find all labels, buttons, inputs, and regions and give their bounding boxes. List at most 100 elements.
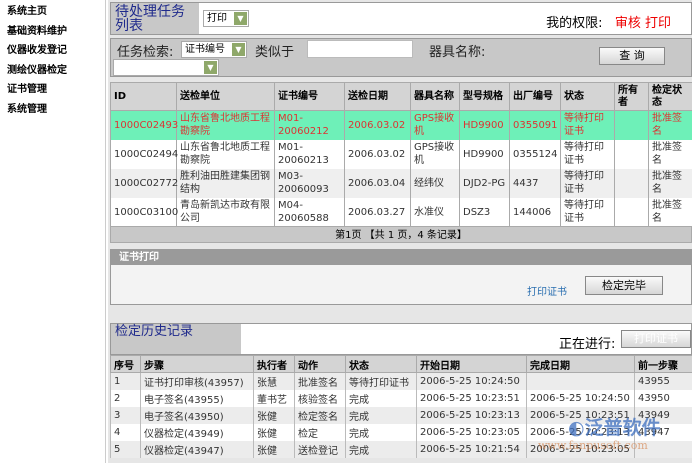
history-header: 检定历史记录 正在进行: 打印证书 — [110, 323, 692, 355]
table-cell: 1000C03100 — [110, 197, 178, 227]
table-cell — [526, 372, 635, 390]
table-cell: 检定签名 — [294, 406, 346, 425]
table-cell: 水准仪 — [410, 197, 460, 227]
print-panel-title: 证书打印 — [111, 250, 691, 265]
table-cell: M01-20060212 — [274, 110, 345, 140]
table-cell: 仪器检定(43947) — [140, 441, 254, 459]
table-row[interactable]: 1000C02772 胜利油田胜建集团钢结构 M03-20060093 2006.03… — [110, 168, 692, 198]
table-cell: 144006 — [509, 197, 561, 227]
table-cell: 董书艺 — [253, 389, 295, 407]
sidebar-item-home[interactable]: 系统主页 — [0, 2, 105, 22]
table-cell: 2006-5-25 10:24:50 — [416, 372, 527, 390]
table-cell: 完成 — [345, 424, 417, 442]
column-header: 动作 — [294, 355, 346, 373]
in-progress-label: 正在进行: — [559, 337, 616, 352]
table-cell: 青岛新凯达市政有限公司 — [176, 197, 275, 227]
sidebar-item-certificate[interactable]: 证书管理 — [0, 80, 105, 100]
column-header: 执行者 — [253, 355, 295, 373]
chevron-down-icon: ▼ — [234, 12, 247, 25]
table-cell: 2006-5-25 10:23:13 — [416, 406, 527, 425]
table-cell: 批准签名 — [294, 372, 346, 390]
table-cell: 证书打印审核(43957) — [140, 372, 254, 390]
table-cell: 0355124 — [509, 139, 561, 169]
table-cell: DSZ3 — [459, 197, 510, 227]
in-progress-print-button[interactable]: 打印证书 — [621, 330, 691, 348]
table-cell: 等待打印证书 — [560, 139, 615, 169]
sidebar-item-basic-data[interactable]: 基础资料维护 — [0, 22, 105, 42]
sidebar-item-system[interactable]: 系统管理 — [0, 100, 105, 120]
column-header: ID — [110, 82, 177, 111]
table-cell: 2006.03.02 — [344, 110, 411, 140]
table-cell: 1 — [110, 372, 141, 390]
table-cell: GPS接收机 — [410, 110, 460, 140]
table-cell: 等待打印证书 — [560, 110, 615, 140]
sidebar-item-instrument-register[interactable]: 仪器收发登记 — [0, 41, 105, 61]
table-cell: 批准签名 — [648, 110, 692, 140]
table-cell — [614, 110, 649, 140]
table-cell: 2006-5-25 10:23:05 — [416, 424, 527, 442]
table-cell: 2 — [110, 389, 141, 407]
column-header: 开始日期 — [416, 355, 527, 373]
watermark-url: www.fanpusoft.com — [538, 439, 648, 452]
column-header: 出厂编号 — [509, 82, 561, 111]
like-label: 类似于 — [255, 45, 295, 60]
table-cell: 批准签名 — [648, 168, 692, 198]
table-cell: DJD2-PG — [459, 168, 510, 198]
pager: 第1页 【共 1 页，4 条记录】 — [110, 226, 692, 243]
certificate-print-panel: 证书打印 打印证书 检定完毕 — [110, 249, 692, 305]
table-cell: 等待打印证书 — [345, 372, 417, 390]
sidebar-item-instrument-calibration[interactable]: 测绘仪器检定 — [0, 61, 105, 81]
instrument-label: 器具名称: — [429, 45, 486, 60]
table-cell: 43950 — [634, 389, 692, 407]
task-type-select[interactable]: 打印 ▼ — [203, 10, 249, 27]
search-bar: 任务检索: 证书编号 ▼ 类似于 器具名称: ▼ 查 询 — [110, 38, 692, 77]
column-header: 送检日期 — [344, 82, 411, 111]
table-cell: 张健 — [253, 406, 295, 425]
table-cell: 山东省鲁北地质工程勘察院 — [176, 110, 275, 140]
table-cell: HD9900 — [459, 139, 510, 169]
table-cell — [614, 139, 649, 169]
column-header: 检定状态 — [648, 82, 692, 111]
table-cell: 检定 — [294, 424, 346, 442]
table-cell: HD9900 — [459, 110, 510, 140]
table-cell: 2006.03.02 — [344, 139, 411, 169]
column-header: 完成日期 — [526, 355, 635, 373]
query-button[interactable]: 查 询 — [599, 47, 665, 65]
table-cell: 完成 — [345, 441, 417, 459]
search-field-select[interactable]: 证书编号 ▼ — [181, 41, 247, 58]
table-row[interactable]: 1000C02494 山东省鲁北地质工程勘察院 M01-20060213 2006.0… — [110, 139, 692, 169]
table-cell: 张健 — [253, 441, 295, 459]
table-cell: 电子签名(43955) — [140, 389, 254, 407]
permissions: 我的权限: 审核 打印 — [546, 12, 671, 31]
table-row[interactable]: 1000C02493 山东省鲁北地质工程勘察院 M01-20060212 2006.0… — [110, 110, 692, 140]
column-header: 所有者 — [614, 82, 649, 111]
table-cell: 山东省鲁北地质工程勘察院 — [176, 139, 275, 169]
column-header: 步骤 — [140, 355, 254, 373]
table-cell: 核验签名 — [294, 389, 346, 407]
table-cell: 经纬仪 — [410, 168, 460, 198]
table-cell: 电子签名(43950) — [140, 406, 254, 425]
task-type-value: 打印 — [207, 13, 227, 24]
perm-label: 我的权限: — [546, 16, 603, 31]
table-cell — [614, 168, 649, 198]
print-certificate-link[interactable]: 打印证书 — [527, 283, 567, 298]
table-cell: 2006.03.04 — [344, 168, 411, 198]
watermark-logo: ◐泛普软件 — [568, 417, 661, 439]
table-row[interactable]: 1000C03100 青岛新凯达市政有限公司 M04-20060588 2006.03… — [110, 197, 692, 227]
table-cell: 2006-5-25 10:21:54 — [416, 441, 527, 459]
table-cell: 仪器检定(43949) — [140, 424, 254, 442]
table-cell: 完成 — [345, 389, 417, 407]
table-cell: 2006.03.27 — [344, 197, 411, 227]
instrument-select[interactable]: ▼ — [113, 59, 219, 76]
table-cell: 1000C02772 — [110, 168, 178, 198]
page-title: 待处理任务列表 — [111, 3, 199, 34]
table-cell — [614, 197, 649, 227]
search-label: 任务检索: — [117, 45, 174, 60]
table-cell: 等待打印证书 — [560, 168, 615, 198]
like-input[interactable] — [307, 40, 413, 58]
column-header: 器具名称 — [410, 82, 460, 111]
table-cell: 胜利油田胜建集团钢结构 — [176, 168, 275, 198]
table-cell: 张健 — [253, 424, 295, 442]
chevron-down-icon: ▼ — [204, 61, 217, 74]
finish-calibration-button[interactable]: 检定完毕 — [585, 276, 663, 295]
